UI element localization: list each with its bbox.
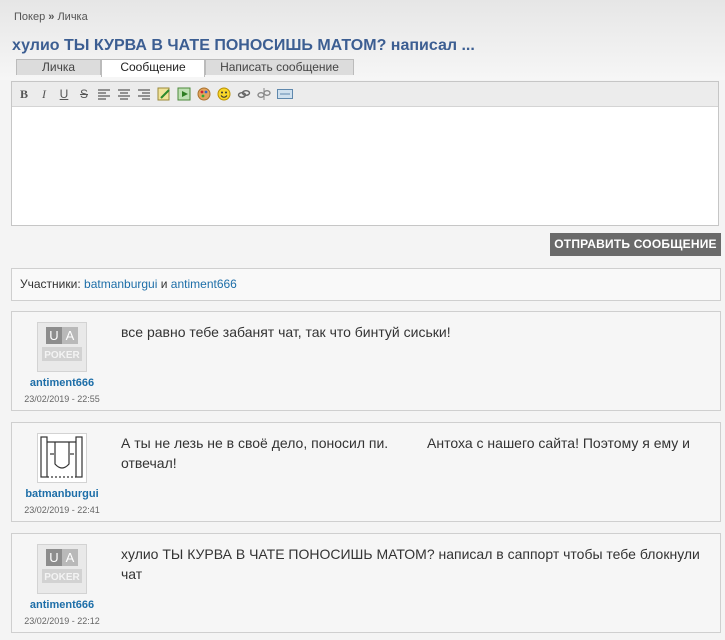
avatar[interactable]: U A POKER [37,544,87,594]
message-text: хулио ТЫ КУРВА В ЧАТЕ ПОНОСИШЬ МАТОМ? на… [121,546,700,582]
insert-image-icon[interactable] [177,87,191,101]
message-text: А ты не лезь не в своё дело, поносил пи.… [121,435,694,471]
message-text: все равно тебе забанят чат, так что бинт… [121,324,451,340]
avatar-letter-a: A [66,550,75,565]
message-date: 23/02/2019 - 22:12 [24,616,100,626]
message-item: batmanburgui 23/02/2019 - 22:41 А ты не … [11,422,721,522]
author-link-antiment666[interactable]: antiment666 [30,377,94,389]
send-message-button[interactable]: ОТПРАВИТЬ СООБЩЕНИЕ [550,233,721,256]
message-author[interactable]: batmanburgui [12,488,112,500]
align-right-icon[interactable] [137,87,151,101]
participant-link-batmanburgui[interactable]: batmanburgui [84,277,157,291]
participant-link-antiment666[interactable]: antiment666 [171,277,237,291]
italic-button[interactable]: I [37,87,51,101]
palette-icon[interactable] [197,87,211,101]
avatar-letter-u: U [49,550,58,565]
avatar[interactable]: U A POKER [37,322,87,372]
tab-message[interactable]: Сообщение [101,59,205,77]
strikethrough-button[interactable]: S [77,87,91,101]
media-icon[interactable] [277,87,293,101]
message-author[interactable]: antiment666 [12,599,112,611]
page-title: хулио ТЫ КУРВА В ЧАТЕ ПОНОСИШЬ МАТОМ? на… [12,37,475,54]
align-left-icon[interactable] [97,87,111,101]
smiley-icon[interactable] [217,87,231,101]
breadcrumb-current[interactable]: Личка [57,11,87,23]
edit-note-icon[interactable] [157,87,171,101]
author-link-batmanburgui[interactable]: batmanburgui [25,488,98,500]
breadcrumb-poker-link[interactable]: Покер [14,11,45,23]
avatar-poker-text: POKER [44,350,80,361]
avatar-letter-a: A [66,328,75,343]
breadcrumb: Покер » Личка [14,11,88,23]
align-center-icon[interactable] [117,87,131,101]
underline-button[interactable]: U [57,87,71,101]
participants-conjunction: и [160,277,168,291]
editor-toolbar: B I U S [12,82,718,107]
unlink-icon[interactable] [257,87,271,101]
bold-button[interactable]: B [17,87,31,101]
message-author[interactable]: antiment666 [12,377,112,389]
avatar-poker-text: POKER [44,572,80,583]
tab-write-message[interactable]: Написать сообщение [205,59,354,75]
avatar-letter-u: U [49,328,58,343]
avatar[interactable] [37,433,87,483]
breadcrumb-separator: » [48,11,55,23]
author-link-antiment666[interactable]: antiment666 [30,599,94,611]
message-date: 23/02/2019 - 22:41 [24,505,100,515]
link-icon[interactable] [237,87,251,101]
participants-label: Участники: [20,277,81,291]
tab-lichka[interactable]: Личка [16,59,101,75]
message-date: 23/02/2019 - 22:55 [24,394,100,404]
message-item: U A POKER antiment666 23/02/2019 - 22:55… [11,311,721,411]
message-editor[interactable]: B I U S [11,81,719,226]
message-item: U A POKER antiment666 23/02/2019 - 22:12… [11,533,721,633]
participants-bar: Участники: batmanburgui и antiment666 [11,268,721,301]
